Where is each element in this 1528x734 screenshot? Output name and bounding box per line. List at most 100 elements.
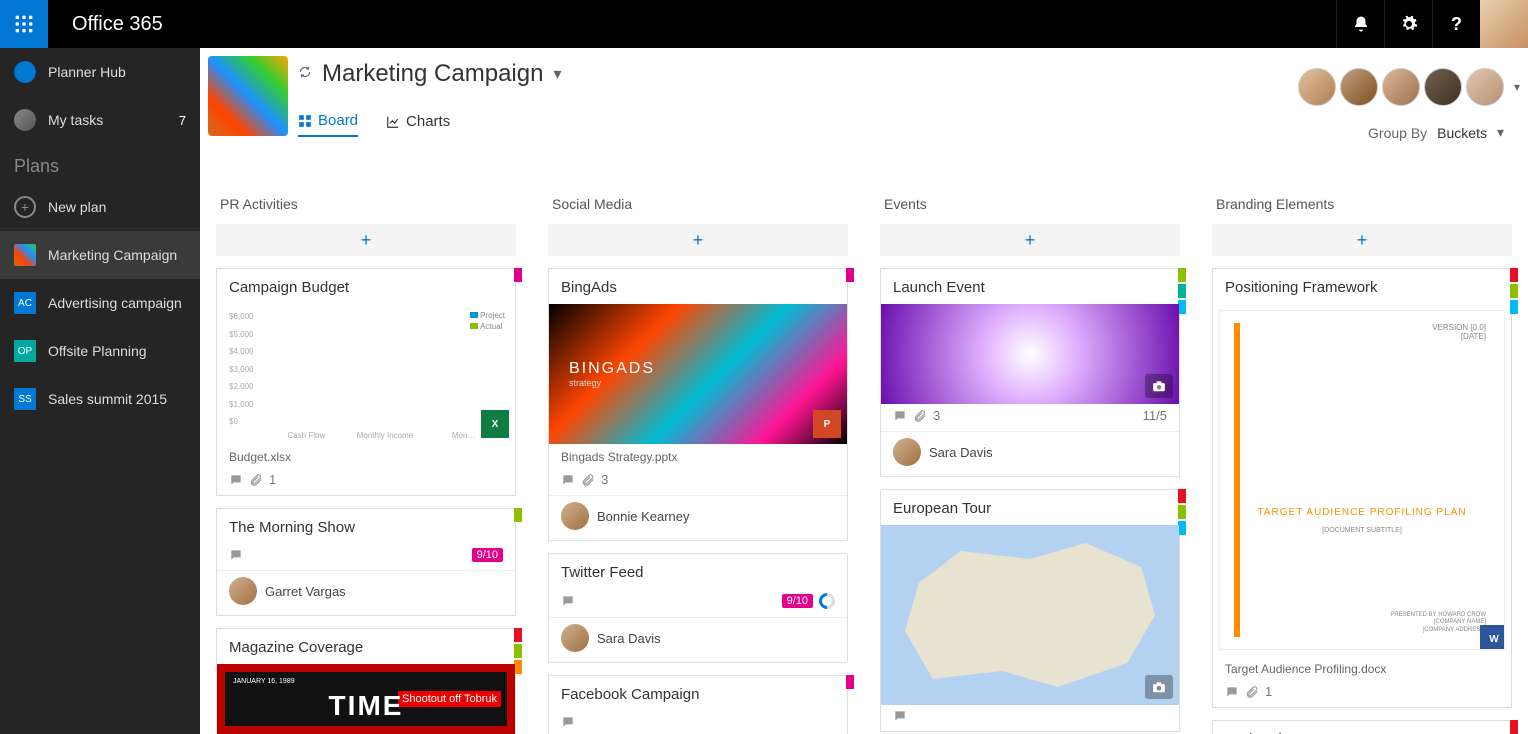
progress-icon xyxy=(816,590,839,613)
member-avatar[interactable] xyxy=(1298,68,1336,106)
camera-icon xyxy=(1145,675,1173,699)
attachment-icon xyxy=(913,409,927,423)
task-card[interactable]: BingAds BINGADSstrategyP Bingads Strateg… xyxy=(548,268,848,541)
member-avatar[interactable] xyxy=(1466,68,1504,106)
plan-badge-icon: AC xyxy=(14,292,36,314)
task-card-wrapper: Facebook Campaign xyxy=(548,675,848,734)
category-tag xyxy=(846,268,854,282)
sidebar-item-plan[interactable]: ACAdvertising campaign xyxy=(0,279,200,327)
member-avatar[interactable] xyxy=(1340,68,1378,106)
task-card-wrapper: BingAds BINGADSstrategyP Bingads Strateg… xyxy=(548,268,848,541)
card-meta: 3 11/5 xyxy=(881,404,1179,431)
plan-badge-icon: SS xyxy=(14,388,36,410)
settings-button[interactable] xyxy=(1384,0,1432,48)
sidebar: Planner Hub My tasks 7 Plans + New plan … xyxy=(0,48,200,734)
due-date-badge: 9/10 xyxy=(782,594,813,608)
task-card[interactable]: Updated Logo xyxy=(1212,720,1512,734)
card-assignee: Bonnie Kearney xyxy=(549,495,847,540)
notifications-button[interactable] xyxy=(1336,0,1384,48)
bucket-title: Events xyxy=(880,196,1180,212)
board: PR Activities + Campaign Budget ProjectA… xyxy=(200,196,1528,734)
card-assignee: Garret Vargas xyxy=(217,570,515,615)
category-tag xyxy=(514,660,522,674)
brand-label: Office 365 xyxy=(72,13,163,36)
user-avatar[interactable] xyxy=(1480,0,1528,48)
add-task-button[interactable]: + xyxy=(216,224,516,256)
task-card[interactable]: Positioning Framework VERSION [0.0][DATE… xyxy=(1212,268,1512,708)
sidebar-item-plan[interactable]: SSSales summit 2015 xyxy=(0,375,200,423)
category-tag xyxy=(846,675,854,689)
sidebar-item-new-plan[interactable]: + New plan xyxy=(0,183,200,231)
task-card-wrapper: European Tour xyxy=(880,489,1180,732)
category-tag xyxy=(1178,521,1186,535)
bucket-title: PR Activities xyxy=(216,196,516,212)
groupby-value[interactable]: Buckets xyxy=(1437,125,1487,141)
add-task-button[interactable]: + xyxy=(880,224,1180,256)
member-avatar[interactable] xyxy=(1424,68,1462,106)
sidebar-item-plan[interactable]: OPOffsite Planning xyxy=(0,327,200,375)
member-avatar[interactable] xyxy=(1382,68,1420,106)
plan-header: Marketing Campaign ▾ Board Charts ▾ xyxy=(200,48,1528,148)
card-title: Magazine Coverage xyxy=(217,629,515,664)
powerpoint-file-icon: P xyxy=(813,410,841,438)
member-list: ▾ xyxy=(1298,68,1520,106)
task-card[interactable]: Launch Event 3 11/5 Sara Davis xyxy=(880,268,1180,477)
plus-circle-icon: + xyxy=(14,196,36,218)
member-more-button[interactable]: ▾ xyxy=(1514,80,1520,94)
task-card[interactable]: Twitter Feed 9/10 Sara Davis xyxy=(548,553,848,663)
category-tag xyxy=(1510,720,1518,734)
sidebar-item-plan[interactable]: Marketing Campaign xyxy=(0,231,200,279)
globe-icon xyxy=(14,61,36,83)
sidebar-mytasks-count: 7 xyxy=(179,113,186,128)
question-icon: ? xyxy=(1451,14,1462,35)
card-meta: 1 xyxy=(1213,680,1511,707)
category-tag xyxy=(1178,284,1186,298)
attachment-icon xyxy=(581,473,595,487)
chevron-down-icon[interactable]: ▾ xyxy=(1497,124,1504,141)
plan-badge-icon xyxy=(14,244,36,266)
task-card-wrapper: Launch Event 3 11/5 Sara Davis xyxy=(880,268,1180,477)
sidebar-mytasks-label: My tasks xyxy=(48,112,167,128)
sidebar-hub-label: Planner Hub xyxy=(48,64,186,80)
card-title: Campaign Budget xyxy=(217,269,515,304)
add-task-button[interactable]: + xyxy=(1212,224,1512,256)
word-file-icon: W xyxy=(1480,625,1505,650)
attachment-count: 1 xyxy=(269,472,276,487)
chevron-down-icon[interactable]: ▾ xyxy=(553,64,561,84)
card-assignee: Sara Davis xyxy=(881,431,1179,476)
comment-icon xyxy=(893,709,907,723)
assignee-name: Bonnie Kearney xyxy=(597,509,690,524)
card-meta: 1 xyxy=(217,468,515,495)
card-meta: 9/10 xyxy=(549,589,847,617)
task-card[interactable]: European Tour xyxy=(880,489,1180,732)
category-tag xyxy=(1178,505,1186,519)
bucket-column: Social Media + BingAds BINGADSstrategyP … xyxy=(548,196,848,734)
camera-icon xyxy=(1145,374,1173,398)
help-button[interactable]: ? xyxy=(1432,0,1480,48)
comment-icon xyxy=(1225,685,1239,699)
comment-icon xyxy=(229,548,243,562)
add-task-button[interactable]: + xyxy=(548,224,848,256)
sidebar-item-planner-hub[interactable]: Planner Hub xyxy=(0,48,200,96)
task-card[interactable]: The Morning Show 9/10 Garret Vargas xyxy=(216,508,516,616)
refresh-icon[interactable] xyxy=(298,65,312,84)
task-card[interactable]: Facebook Campaign xyxy=(548,675,848,734)
assignee-avatar xyxy=(561,624,589,652)
app-launcher-button[interactable] xyxy=(0,0,48,48)
task-card-wrapper: Positioning Framework VERSION [0.0][DATE… xyxy=(1212,268,1512,708)
category-tag xyxy=(1178,300,1186,314)
sidebar-item-my-tasks[interactable]: My tasks 7 xyxy=(0,96,200,144)
task-card[interactable]: Magazine Coverage JANUARY 16, 1989Shooto… xyxy=(216,628,516,734)
tab-board-label: Board xyxy=(318,112,358,129)
sidebar-plan-label: Marketing Campaign xyxy=(48,247,186,263)
tab-board[interactable]: Board xyxy=(298,112,358,137)
task-card[interactable]: Campaign Budget ProjectActual $6,000$5,0… xyxy=(216,268,516,496)
comment-icon xyxy=(561,473,575,487)
category-tag xyxy=(514,628,522,642)
card-title: Launch Event xyxy=(881,269,1179,304)
comment-icon xyxy=(229,473,243,487)
plan-badge-icon: OP xyxy=(14,340,36,362)
bell-icon xyxy=(1352,15,1370,33)
task-card-wrapper: Magazine Coverage JANUARY 16, 1989Shooto… xyxy=(216,628,516,734)
tab-charts[interactable]: Charts xyxy=(386,112,450,137)
